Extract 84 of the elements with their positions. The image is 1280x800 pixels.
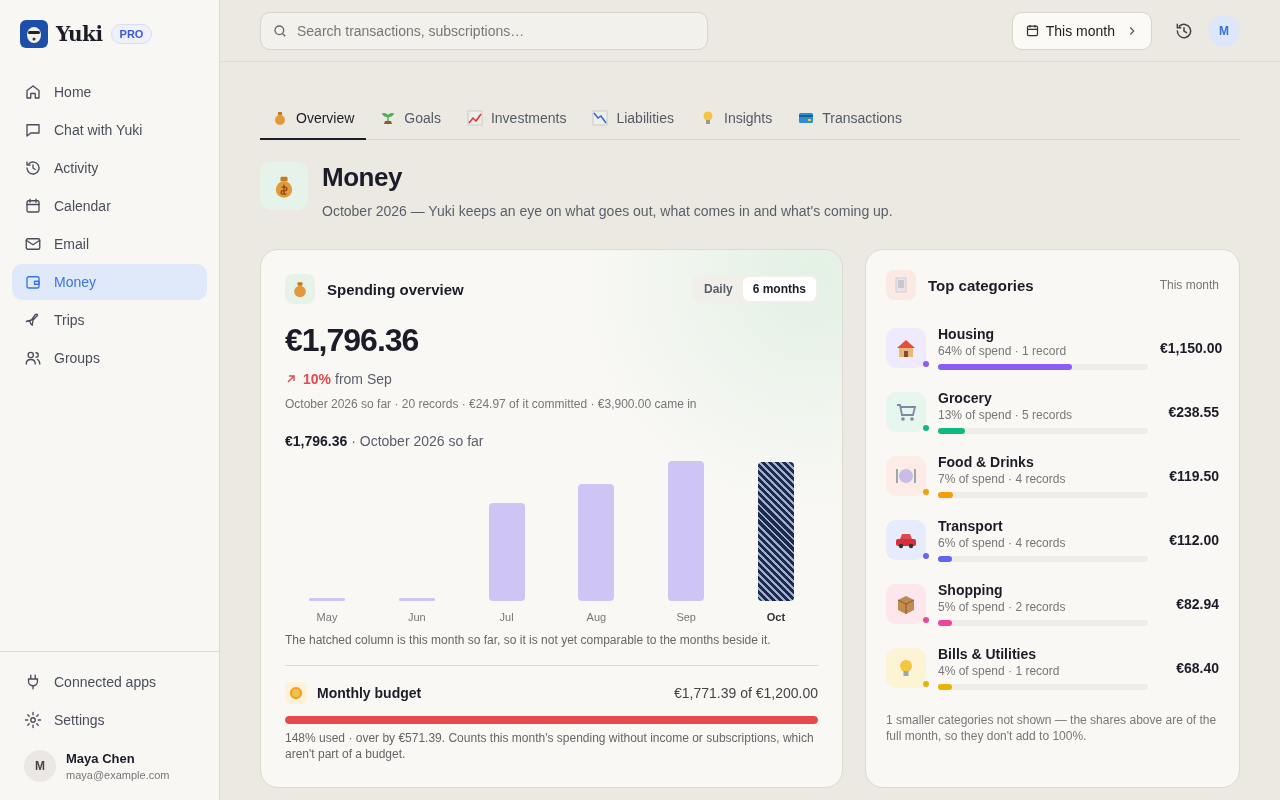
- tab[interactable]: Insights: [688, 100, 785, 140]
- budget-note: 148% used · over by €571.39. Counts this month's spending without income or subscriptions, which aren't part of a budget.: [285, 730, 815, 762]
- mail-icon: [24, 235, 42, 253]
- credit-card-icon: [798, 110, 815, 126]
- month-label: Jul: [499, 611, 514, 623]
- coin-icon: [285, 682, 307, 704]
- category-name: Transport: [938, 518, 1004, 534]
- category-amount: €238.55: [1168, 404, 1219, 420]
- nav-item[interactable]: Settings: [12, 702, 207, 738]
- chart-note: The hatched column is this month so far, so it is not yet comparable to the months beside it.: [285, 633, 772, 647]
- plan-badge: PRO: [110, 24, 153, 44]
- history-icon: [24, 159, 42, 177]
- range-toggle[interactable]: 6 months: [742, 277, 816, 301]
- user-email: maya@example.com: [66, 769, 170, 781]
- arrow-up-right-icon: [285, 373, 297, 385]
- month-label: May: [316, 611, 338, 623]
- category-amount: €119.50: [1169, 468, 1219, 484]
- calendar-icon: [1024, 23, 1040, 38]
- category-detail: 7% of spend · 4 records: [938, 472, 1067, 486]
- category-amount: €1,150.00: [1160, 340, 1223, 356]
- tab[interactable]: Overview: [260, 100, 367, 140]
- change-label: from Sep: [335, 371, 392, 387]
- category-name: Shopping: [938, 582, 1004, 598]
- nav-item[interactable]: Email: [12, 226, 207, 262]
- chat-bubble-icon: [24, 121, 42, 139]
- user-name: Maya Chen: [66, 751, 136, 766]
- category-amount: €82.94: [1176, 596, 1219, 612]
- sprout-icon: [380, 110, 397, 126]
- brand-name: Yuki: [56, 22, 103, 46]
- budget-title: Monthly budget: [317, 685, 423, 701]
- total-amount: €1,796.36: [285, 322, 420, 359]
- money-bag-icon: [272, 110, 288, 126]
- wallet-icon: [24, 273, 42, 291]
- chart-down-icon: [592, 110, 609, 126]
- period-button[interactable]: This month: [1011, 11, 1152, 50]
- month-label: Oct: [766, 611, 786, 623]
- user-avatar: M: [24, 750, 56, 782]
- category-amount: €112.00: [1169, 532, 1219, 548]
- calendar-icon: [24, 197, 42, 215]
- category-detail: 64% of spend · 1 record: [938, 344, 1068, 358]
- nav-item[interactable]: Trips: [12, 302, 207, 338]
- receipt-icon: [886, 270, 916, 300]
- nav-item[interactable]: Calendar: [12, 188, 207, 224]
- budget-amount: €1,771.39 of €1,200.00: [673, 685, 818, 701]
- card-title: Top categories: [928, 276, 1035, 294]
- category-name: Grocery: [938, 390, 993, 406]
- search-field[interactable]: Search transactions, subscriptions…: [260, 11, 708, 50]
- card-title: Spending overview: [327, 280, 465, 298]
- categories-note: 1 smaller categories not shown — the shares above are of the full month, so they don't add to 100%.: [886, 712, 1218, 744]
- tab[interactable]: Liabilities: [580, 100, 686, 140]
- month-label: Jun: [407, 611, 426, 623]
- category-detail: 6% of spend · 4 records: [938, 536, 1067, 550]
- page-subtitle: October 2026 — Yuki keeps an eye on what goes out, what comes in and what's coming up.: [322, 203, 893, 219]
- change-percent: 10%: [303, 371, 332, 387]
- range-toggle[interactable]: Daily: [693, 277, 743, 301]
- nav-item[interactable]: Chat with Yuki: [12, 112, 207, 148]
- nav-item[interactable]: Money: [12, 264, 207, 300]
- tab[interactable]: Investments: [454, 100, 579, 140]
- category-name: Bills & Utilities: [938, 646, 1038, 662]
- money-bag-icon: [260, 162, 308, 210]
- chart-caption: €1,796.36 · October 2026 so far: [285, 433, 485, 449]
- settings-icon: [24, 711, 42, 729]
- category-detail: 5% of spend · 2 records: [938, 600, 1067, 614]
- nav-item[interactable]: Connected apps: [12, 664, 207, 700]
- category-detail: 4% of spend · 1 record: [938, 664, 1061, 678]
- money-bag-icon: [285, 274, 315, 304]
- tab[interactable]: Goals: [368, 100, 453, 140]
- summary-text: October 2026 so far · 20 records · €24.97 of it committed · €3,900.00 came in: [285, 397, 698, 411]
- category-name: Housing: [938, 326, 995, 342]
- tab[interactable]: Transactions: [786, 100, 914, 140]
- people-icon: [24, 349, 42, 367]
- month-label: Aug: [586, 611, 607, 623]
- category-detail: 13% of spend · 5 records: [938, 408, 1074, 422]
- category-amount: €68.40: [1176, 660, 1219, 676]
- nav-item[interactable]: Groups: [12, 340, 207, 376]
- month-label: Sep: [676, 611, 696, 623]
- nav-item[interactable]: Home: [12, 74, 207, 110]
- page-title: Money: [322, 162, 403, 193]
- period-label: This month: [1159, 278, 1219, 292]
- user-avatar[interactable]: M: [1208, 14, 1240, 47]
- home-icon: [24, 83, 42, 101]
- chart-up-icon: [466, 110, 483, 126]
- category-name: Food & Drinks: [938, 454, 1035, 470]
- nav-item[interactable]: Activity: [12, 150, 207, 186]
